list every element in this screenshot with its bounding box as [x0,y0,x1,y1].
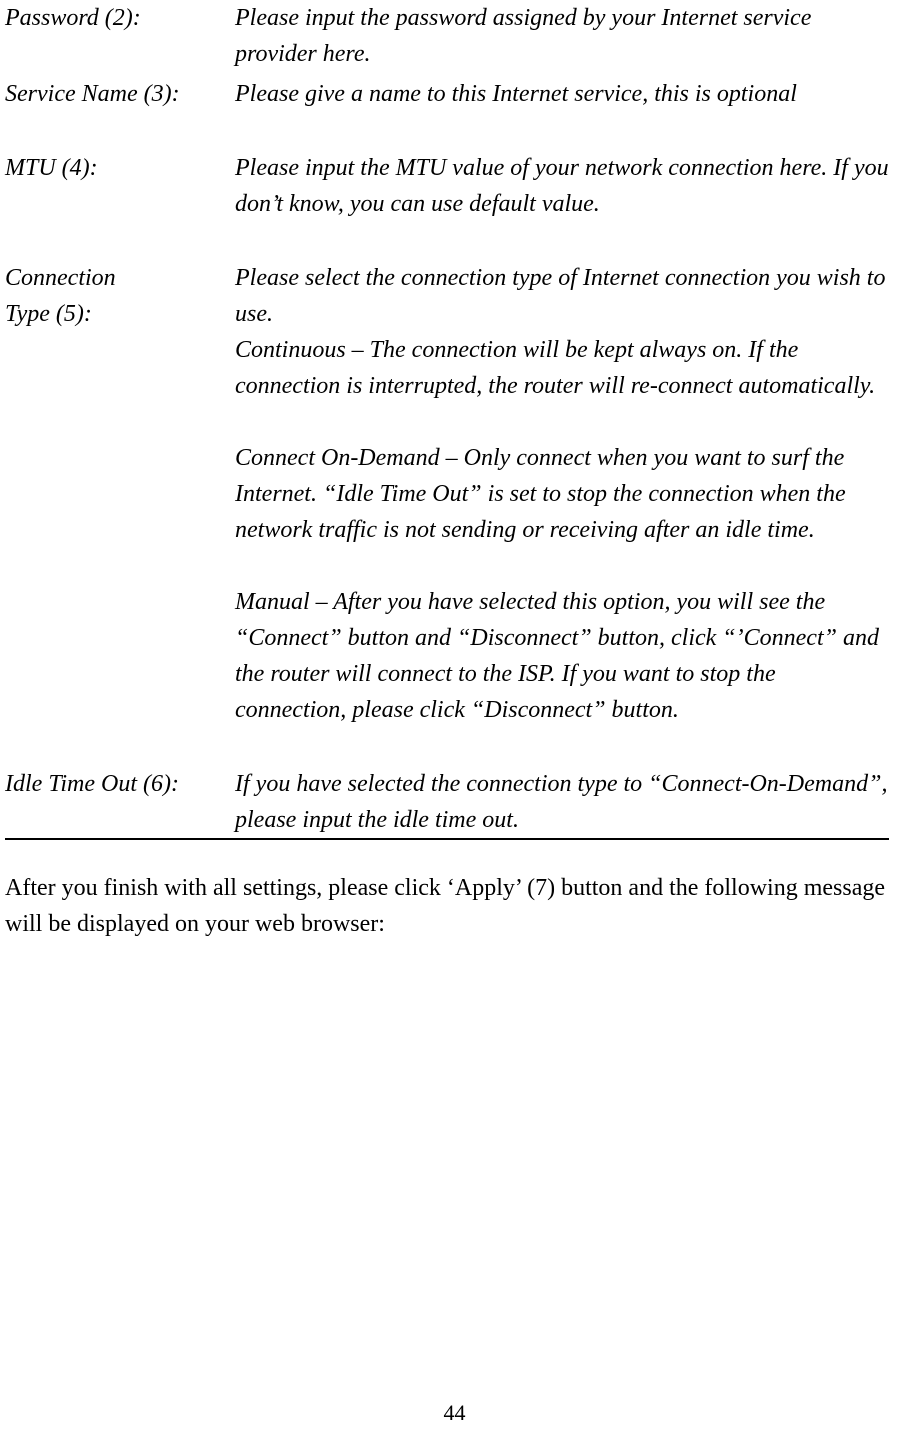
desc-mtu: Please input the MTU value of your netwo… [235,150,889,226]
connection-type-intro: Please select the connection type of Int… [235,265,885,327]
desc-idle-time-out: If you have selected the connection type… [235,766,889,842]
row-mtu: MTU (4): Please input the MTU value of y… [5,150,889,226]
label-service-name: Service Name (3): [5,76,235,116]
label-mtu: MTU (4): [5,150,235,226]
label-connection-type-line2: Type (5): [5,301,92,327]
desc-password: Please input the password assigned by yo… [235,0,889,76]
connection-type-on-demand: Connect On-Demand – Only connect when yo… [235,440,889,548]
label-connection-type-line1: Connection [5,265,116,291]
label-connection-type: Connection Type (5): [5,260,235,732]
label-password: Password (2): [5,0,235,76]
label-idle-time-out: Idle Time Out (6): [5,766,235,842]
settings-definition-table: Password (2): Please input the password … [5,0,889,842]
desc-connection-type: Please select the connection type of Int… [235,260,889,732]
row-service-name: Service Name (3): Please give a name to … [5,76,889,116]
table-bottom-rule [5,838,889,840]
desc-service-name: Please give a name to this Internet serv… [235,76,889,116]
spacer [5,732,889,766]
row-connection-type: Connection Type (5): Please select the c… [5,260,889,732]
connection-type-continuous: Continuous – The connection will be kept… [235,337,875,399]
row-idle-time-out: Idle Time Out (6): If you have selected … [5,766,889,842]
spacer [5,226,889,260]
connection-type-manual: Manual – After you have selected this op… [235,584,889,728]
after-settings-text: After you finish with all settings, plea… [5,870,889,942]
spacer [5,116,889,150]
row-password: Password (2): Please input the password … [5,0,889,76]
page-number: 44 [5,1396,899,1429]
